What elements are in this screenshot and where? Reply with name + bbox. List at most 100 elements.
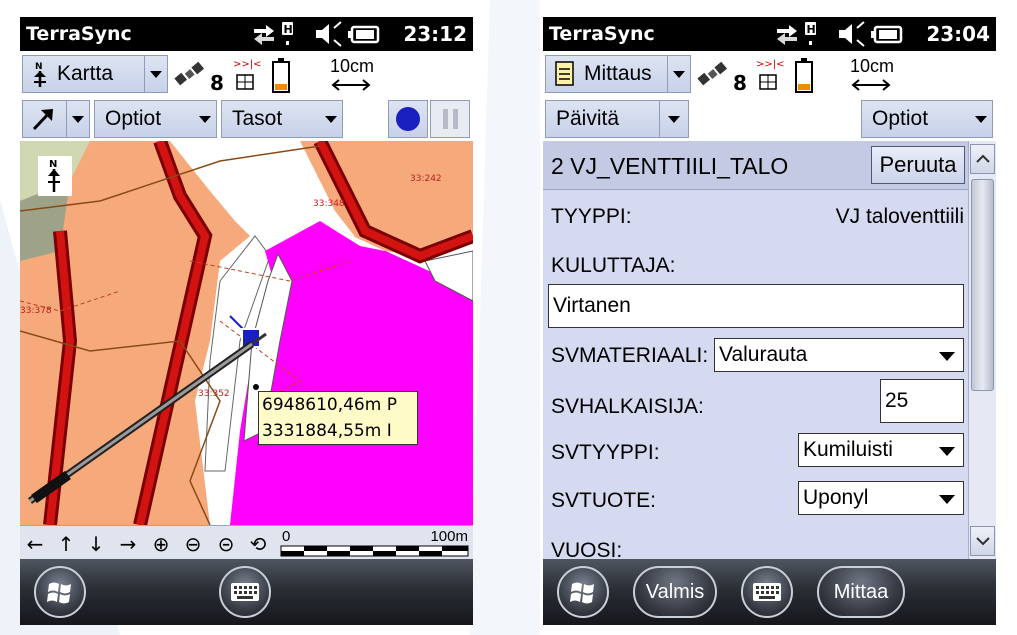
app-title: TerraSync [549, 23, 655, 45]
options-dropdown[interactable]: Optiot [94, 100, 217, 138]
measure-button[interactable]: Mittaa [817, 566, 905, 618]
status-icons: H [777, 21, 903, 47]
battery-status-icon [871, 25, 903, 44]
arrow-up-icon[interactable]: ↑ [53, 531, 79, 557]
chevron-down-icon [939, 495, 955, 504]
product-value: Uponyl [803, 486, 869, 509]
scale-end: 100m [430, 528, 468, 545]
pause-icon [442, 109, 458, 129]
start-button[interactable] [557, 566, 609, 618]
scroll-thumb[interactable] [971, 179, 994, 391]
chevron-down-icon [320, 101, 342, 137]
coordinate-east: 3331884,55m I [262, 421, 392, 441]
status-icons: H [254, 21, 380, 47]
field-label-svtyyppi: SVTYYPPI: [551, 441, 660, 464]
chevron-down-icon [970, 101, 992, 137]
section-dropdown[interactable]: N Kartta [22, 55, 168, 93]
form-scrollbar[interactable] [968, 141, 996, 559]
material-select[interactable]: Valurauta [714, 338, 964, 372]
map-toolbar: Optiot Tasot [20, 97, 473, 142]
h-signal-icon: H [282, 22, 293, 45]
pause-button[interactable] [430, 100, 470, 138]
zoom-previous-icon[interactable]: ⟲ [245, 531, 271, 557]
options-label: Optiot [872, 107, 929, 130]
satellite-count: 8 [210, 71, 224, 95]
keyboard-icon [231, 583, 259, 601]
scale-ruler [280, 545, 469, 557]
map-view[interactable]: 33:242 33:348 33:378 33:352 N 6948610,46… [20, 141, 473, 525]
arrow-right-icon[interactable]: → [115, 531, 141, 557]
right-device-screen: TerraSync H 23:04 Mittaus 8 >>|< 10cm Pä… [543, 17, 996, 625]
zoom-in-icon[interactable]: ⊕ [148, 531, 174, 557]
product-select[interactable]: Uponyl [798, 481, 964, 515]
scroll-up-button[interactable] [970, 144, 995, 174]
consumer-input[interactable]: Virtanen [548, 284, 964, 328]
field-value-tyyppi: VJ taloventtiili [835, 205, 964, 228]
battery-status-icon [348, 25, 380, 44]
start-button[interactable] [34, 566, 86, 618]
field-label-tyyppi: TYYPPI: [551, 205, 632, 228]
clock: 23:12 [403, 22, 467, 46]
chevron-down-icon [667, 56, 690, 92]
arrow-left-icon[interactable]: ← [22, 531, 48, 557]
section-dropdown[interactable]: Mittaus [545, 55, 691, 93]
precision-value: 10cm [850, 56, 895, 76]
valve-type-select[interactable]: Kumiluisti [798, 433, 964, 467]
svg-text:N: N [35, 62, 43, 72]
chevron-up-icon [975, 154, 990, 163]
volume-icon [316, 21, 342, 47]
done-button[interactable]: Valmis [633, 566, 717, 618]
chevron-down-icon [975, 537, 990, 546]
field-label-vuosi: VUOSI: [551, 539, 623, 559]
section-label: Mittaus [584, 62, 652, 85]
attribute-form: 2 VJ_VENTTIILI_TALO Peruuta TYYPPI: VJ t… [543, 141, 968, 559]
cancel-button[interactable]: Peruuta [871, 146, 965, 184]
record-button[interactable] [388, 100, 428, 138]
volume-icon [839, 21, 865, 47]
chevron-down-icon [144, 56, 167, 92]
stylus-overlay [27, 315, 267, 504]
chevron-down-icon [194, 101, 216, 137]
form-header: 2 VJ_VENTTIILI_TALO Peruuta [543, 141, 968, 190]
pan-tool-dropdown[interactable] [22, 100, 90, 138]
status-bar: TerraSync H 23:04 [543, 17, 996, 51]
options-label: Optiot [105, 107, 162, 130]
app-title: TerraSync [26, 23, 132, 45]
keyboard-button[interactable] [741, 566, 793, 618]
arrow-down-icon[interactable]: ↓ [83, 531, 109, 557]
layers-dropdown[interactable]: Tasot [221, 100, 343, 138]
pan-tool-icon [32, 109, 53, 131]
options-dropdown[interactable]: Optiot [861, 100, 993, 138]
h-signal-icon: H [805, 22, 816, 45]
scroll-down-button[interactable] [970, 526, 995, 556]
scale-start: 0 [282, 528, 291, 545]
valve-type-value: Kumiluisti [803, 438, 893, 461]
antenna-icon: >>|< [756, 59, 785, 90]
battery-icon [272, 58, 290, 93]
gps-status[interactable]: 8 >>|< 10cm [173, 55, 423, 95]
main-toolbar: N Kartta 8 >>|< 10cm [20, 51, 473, 98]
update-dropdown[interactable]: Päivitä [545, 100, 689, 138]
north-arrow-icon: N [34, 62, 46, 87]
left-device-screen: TerraSync H 23:12 N Kartta 8 >>|< 10cm O… [20, 17, 473, 625]
precision-value: 10cm [330, 56, 375, 76]
coordinate-tooltip: 6948610,46m P 3331884,55m I [258, 391, 418, 445]
soft-key-bar: Valmis Mittaa [543, 559, 996, 625]
connectivity-icon [777, 25, 797, 45]
svg-text:H: H [284, 23, 293, 36]
zoom-out-icon[interactable]: ⊖ [180, 531, 206, 557]
field-label-svtuote: SVTUOTE: [551, 489, 657, 512]
keyboard-button[interactable] [219, 566, 271, 618]
satellite-icon [697, 61, 728, 86]
chevron-down-icon [939, 447, 955, 456]
material-value: Valurauta [719, 343, 808, 366]
zoom-extent-icon[interactable]: ⊝ [213, 531, 239, 557]
clock: 23:04 [926, 22, 990, 46]
diameter-input[interactable]: 25 [880, 379, 964, 423]
field-label-kuluttaja: KULUTTAJA: [551, 254, 676, 277]
gps-status[interactable]: 8 >>|< 10cm [696, 55, 946, 95]
record-icon [396, 107, 420, 131]
svg-text:>>|<: >>|< [756, 59, 785, 70]
form-toolbar: Päivitä Optiot [543, 97, 996, 142]
precision-arrow-icon [331, 79, 371, 91]
